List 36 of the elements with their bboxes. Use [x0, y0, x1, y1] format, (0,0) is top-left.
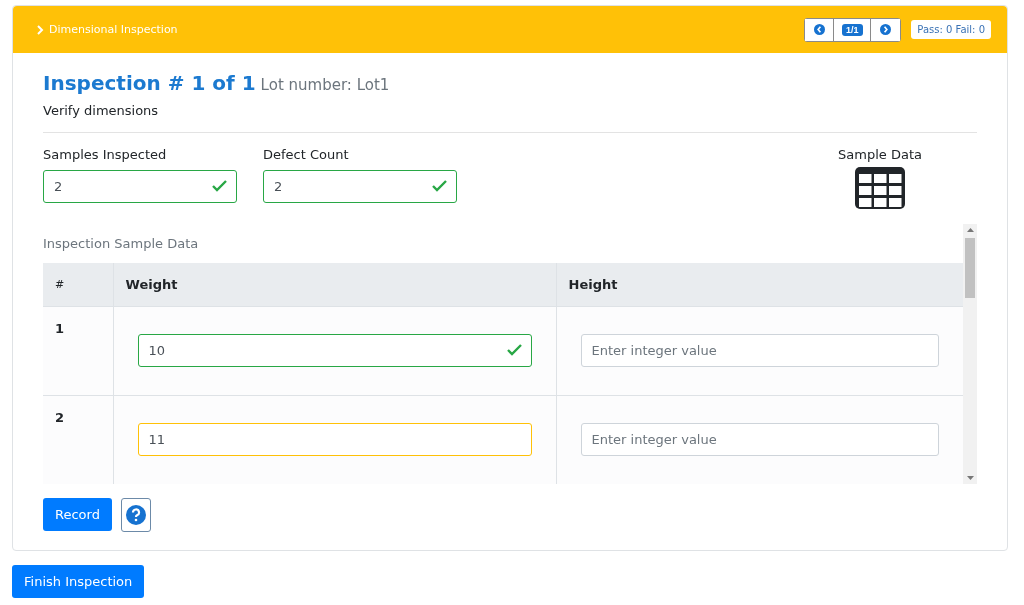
lot-number: Lot number: Lot1	[260, 76, 390, 94]
chevron-left-circle-icon	[813, 24, 825, 35]
input-field[interactable]: Enter integer value	[580, 334, 939, 367]
chevron-right-icon	[37, 24, 44, 35]
column-header: Height	[556, 263, 963, 306]
previous-button[interactable]	[805, 18, 835, 41]
field-label: Defect Count	[263, 147, 350, 162]
table-icon[interactable]	[854, 166, 907, 210]
finish-inspection-button[interactable]: Finish Inspection	[12, 565, 145, 598]
check-icon	[432, 180, 447, 192]
section-title: Dimensional Inspection	[49, 23, 178, 36]
help-icon	[125, 505, 146, 525]
scrollbar[interactable]	[963, 224, 977, 484]
record-button[interactable]: Record	[43, 498, 112, 531]
check-icon	[506, 344, 522, 356]
sample-data-label: Sample Data	[838, 147, 922, 162]
input-field[interactable]: 2	[43, 170, 237, 203]
scroll-up-icon[interactable]	[966, 228, 974, 232]
input-field[interactable]: Enter integer value	[580, 423, 939, 457]
input-field[interactable]: 11	[137, 423, 532, 457]
pass-fail-badge: Pass: 0 Fail: 0	[911, 20, 991, 39]
row-number: 1	[55, 320, 65, 336]
scroll-down-icon[interactable]	[966, 476, 974, 480]
column-header: #	[43, 263, 113, 306]
inspection-title: Inspection # 1 of 1	[43, 71, 256, 95]
chevron-right-circle-icon	[880, 24, 892, 35]
field-label: Samples Inspected	[43, 147, 168, 162]
inspection-description: Verify dimensions	[43, 103, 160, 118]
input-field[interactable]: 2	[263, 170, 457, 203]
input-field[interactable]: 10	[137, 334, 532, 367]
column-header: Weight	[113, 263, 556, 306]
check-icon	[212, 180, 227, 192]
table-caption: Inspection Sample Data	[43, 236, 200, 251]
scrollbar-thumb[interactable]	[965, 238, 975, 298]
help-button[interactable]	[120, 498, 151, 532]
row-number: 2	[55, 409, 65, 425]
